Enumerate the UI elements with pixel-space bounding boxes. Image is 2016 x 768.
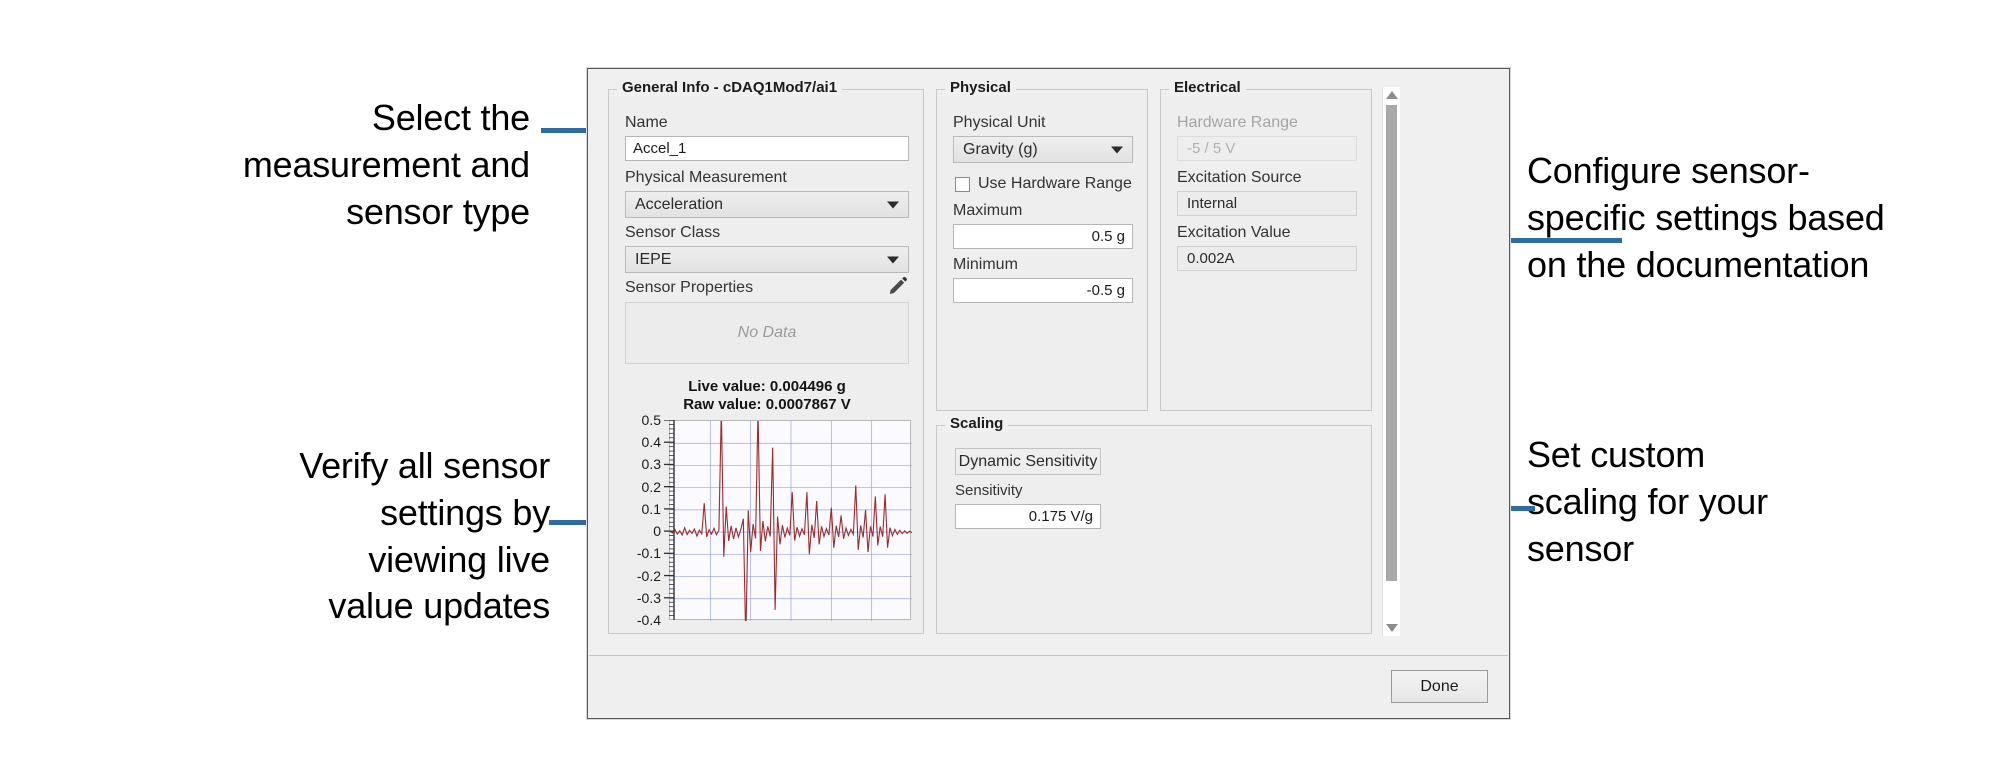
chevron-down-icon [887, 256, 899, 263]
raw-value-line: Raw value: 0.0007867 V [625, 396, 909, 414]
callout-set-scaling: Set custom scaling for your sensor [1527, 432, 1927, 572]
sensor-class-value: IEPE [635, 251, 671, 269]
group-electrical-legend: Electrical [1169, 79, 1246, 96]
done-button[interactable]: Done [1391, 670, 1488, 703]
chart-y-tick-label: -0.4 [637, 612, 661, 628]
group-electrical: Electrical Hardware Range -5 / 5 V Excit… [1160, 89, 1372, 411]
name-input[interactable]: Accel_1 [625, 136, 909, 161]
name-label: Name [625, 114, 668, 132]
hardware-range-value: -5 / 5 V [1177, 136, 1357, 161]
sensor-class-select[interactable]: IEPE [625, 246, 909, 273]
sensor-properties-label: Sensor Properties [625, 279, 753, 297]
callout-select-measurement: Select the measurement and sensor type [110, 95, 530, 235]
edit-sensor-properties-icon[interactable] [887, 276, 909, 298]
group-general-info: General Info - cDAQ1Mod7/ai1 Name Accel_… [608, 89, 924, 634]
screenshot-root: Select the measurement and sensor type C… [0, 0, 2016, 768]
chart-y-tick-label: 0.2 [642, 479, 661, 495]
live-values: Live value: 0.004496 g Raw value: 0.0007… [625, 378, 909, 415]
sensitivity-input[interactable]: 0.175 V/g [955, 504, 1101, 529]
sensor-class-label: Sensor Class [625, 224, 720, 242]
checkbox-box-icon [955, 177, 970, 192]
chart-y-tick-label: -0.3 [637, 590, 661, 606]
maximum-label: Maximum [953, 202, 1022, 220]
sensitivity-label: Sensitivity [955, 482, 1023, 499]
physical-measurement-label: Physical Measurement [625, 169, 787, 187]
physical-unit-value: Gravity (g) [963, 141, 1038, 159]
dialog-scrollbar[interactable] [1382, 87, 1400, 636]
sensor-configuration-dialog: General Info - cDAQ1Mod7/ai1 Name Accel_… [587, 68, 1510, 719]
dialog-footer: Done [589, 655, 1508, 717]
chevron-down-icon [887, 201, 899, 208]
excitation-value-label: Excitation Value [1177, 224, 1291, 242]
chart-y-tick-label: -0.1 [637, 545, 661, 561]
group-general-info-legend: General Info - cDAQ1Mod7/ai1 [617, 79, 842, 96]
chart-plot-area [669, 420, 911, 620]
physical-unit-label: Physical Unit [953, 114, 1045, 132]
callout-configure-sensor: Configure sensor- specific settings base… [1527, 148, 2016, 288]
group-scaling-legend: Scaling [945, 415, 1008, 432]
use-hardware-range-label: Use Hardware Range [978, 175, 1132, 193]
chart-y-tick-label: -0.2 [637, 568, 661, 584]
scroll-down-arrow-icon[interactable] [1386, 624, 1398, 632]
dynamic-sensitivity-button[interactable]: Dynamic Sensitivity [955, 448, 1101, 475]
chart-y-tick-label: 0.5 [642, 412, 661, 428]
chart-y-axis: 0.50.40.30.20.10-0.1-0.2-0.3-0.4 [621, 420, 661, 625]
chart-y-tick-label: 0.3 [642, 456, 661, 472]
physical-unit-select[interactable]: Gravity (g) [953, 136, 1133, 163]
callout-verify-live: Verify all sensor settings by viewing li… [150, 443, 550, 630]
maximum-input[interactable]: 0.5 g [953, 224, 1133, 249]
physical-measurement-value: Acceleration [635, 196, 723, 214]
group-physical: Physical Physical Unit Gravity (g) Use H… [936, 89, 1148, 411]
excitation-source-value[interactable]: Internal [1177, 191, 1357, 216]
chart-waveform-svg [670, 421, 912, 621]
live-value-line: Live value: 0.004496 g [625, 378, 909, 396]
chart-y-tick-label: 0.1 [642, 501, 661, 517]
scrollbar-thumb[interactable] [1386, 105, 1397, 581]
excitation-value-value[interactable]: 0.002A [1177, 246, 1357, 271]
group-physical-legend: Physical [945, 79, 1016, 96]
minimum-input[interactable]: -0.5 g [953, 278, 1133, 303]
hardware-range-label: Hardware Range [1177, 114, 1298, 132]
excitation-source-label: Excitation Source [1177, 169, 1302, 187]
physical-measurement-select[interactable]: Acceleration [625, 191, 909, 218]
chevron-down-icon [1111, 146, 1123, 153]
live-waveform-chart: 0.50.40.30.20.10-0.1-0.2-0.3-0.4 [621, 420, 911, 625]
scroll-up-arrow-icon[interactable] [1386, 91, 1398, 99]
use-hardware-range-checkbox[interactable]: Use Hardware Range [955, 175, 1132, 193]
minimum-label: Minimum [953, 256, 1018, 274]
chart-tick-marks [661, 420, 675, 625]
chart-y-tick-label: 0 [653, 523, 661, 539]
sensor-properties-panel: No Data [625, 302, 909, 364]
dialog-content-area: General Info - cDAQ1Mod7/ai1 Name Accel_… [596, 77, 1501, 642]
group-scaling: Scaling Dynamic Sensitivity Sensitivity … [936, 425, 1372, 634]
chart-y-tick-label: 0.4 [642, 434, 661, 450]
